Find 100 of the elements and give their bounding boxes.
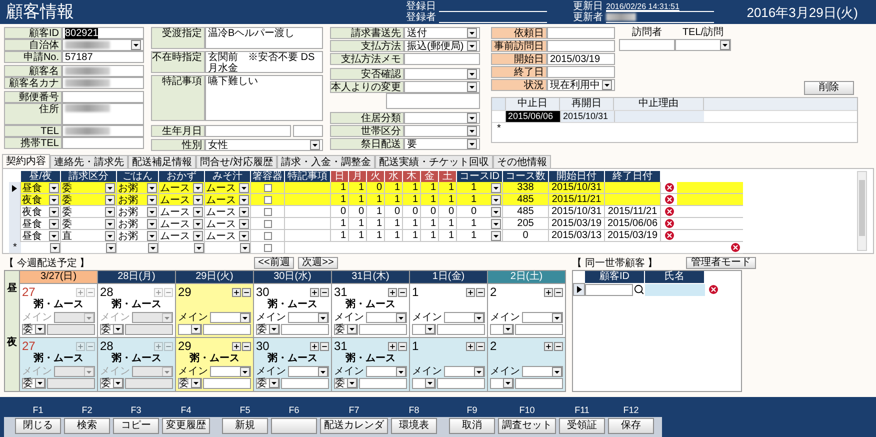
billing-dropdown[interactable]: 委 <box>334 378 358 388</box>
function-button[interactable] <box>271 418 317 434</box>
dropdown-field[interactable]: 1 <box>457 182 503 193</box>
dropdown-field[interactable] <box>404 68 480 80</box>
table-row[interactable]: 夜食 委 お粥 ムース ムース 0 0 1 0 0 0 0 0 485 2015/10/31 2015/11/21 <box>9 206 743 218</box>
delete-row-icon[interactable] <box>709 285 718 294</box>
text-field[interactable] <box>62 91 144 103</box>
dropdown-field[interactable]: 1 <box>457 218 503 229</box>
plus-icon[interactable] <box>544 342 553 350</box>
function-button[interactable]: コピー <box>113 418 159 434</box>
main-dropdown[interactable] <box>132 312 173 322</box>
scrollbar[interactable] <box>857 171 867 251</box>
billing-dropdown[interactable] <box>490 324 514 334</box>
minus-icon[interactable] <box>554 342 563 350</box>
note-field[interactable] <box>203 324 251 334</box>
table-row[interactable]: 昼食 委 お粥 ムース ムース 1 1 0 1 1 1 1 1 338 2015/10/31 <box>9 182 743 194</box>
dropdown-field[interactable] <box>62 39 144 51</box>
tab[interactable]: 問合せ/対応履歴 <box>196 155 277 168</box>
function-button[interactable]: 新規 <box>222 418 268 434</box>
column-header[interactable]: 中止理由 <box>614 98 704 110</box>
checkbox[interactable] <box>264 208 272 216</box>
text-field[interactable] <box>547 40 615 52</box>
plus-icon[interactable] <box>232 288 241 296</box>
text-area[interactable]: 温冷Bヘルパー渡し <box>205 27 323 49</box>
billing-dropdown[interactable] <box>412 378 436 388</box>
customer-id-field[interactable] <box>585 284 633 296</box>
note-field[interactable] <box>203 378 251 388</box>
function-button[interactable]: 取消 <box>449 418 495 434</box>
note-field[interactable] <box>359 324 407 334</box>
dropdown-field[interactable]: 直 <box>61 230 117 242</box>
delete-row-icon[interactable] <box>664 195 674 204</box>
checkbox[interactable] <box>264 232 272 240</box>
dropdown-field[interactable]: 昼食 <box>21 230 61 242</box>
note-field[interactable] <box>359 378 407 388</box>
delete-row-icon[interactable] <box>664 207 674 216</box>
dropdown-field[interactable] <box>404 112 480 124</box>
function-button[interactable]: 閉じる <box>15 418 61 434</box>
minus-icon[interactable] <box>554 288 563 296</box>
checkbox[interactable] <box>264 244 272 252</box>
note-field[interactable] <box>437 324 485 334</box>
age-field[interactable] <box>293 125 323 137</box>
note-field[interactable] <box>47 324 95 334</box>
billing-dropdown[interactable]: 委 <box>256 378 280 388</box>
minus-icon[interactable] <box>242 288 251 296</box>
plus-icon[interactable] <box>232 342 241 350</box>
billing-dropdown[interactable]: 委 <box>100 324 124 334</box>
dropdown-field[interactable] <box>404 81 480 93</box>
text-field[interactable]: 57187 <box>62 51 144 63</box>
dropdown-field[interactable]: 女性 <box>205 139 323 151</box>
main-dropdown[interactable] <box>132 366 173 376</box>
text-field[interactable] <box>62 137 144 149</box>
tab[interactable]: 連絡先・請求先 <box>50 155 128 168</box>
note-field[interactable] <box>125 378 173 388</box>
plus-icon[interactable] <box>388 288 397 296</box>
billing-dropdown[interactable]: 委 <box>22 378 46 388</box>
minus-icon[interactable] <box>242 342 251 350</box>
corner-cell[interactable] <box>492 98 506 110</box>
plus-icon[interactable] <box>388 342 397 350</box>
dropdown-field[interactable]: お粥 <box>117 230 159 242</box>
column-header[interactable]: 中止日 <box>506 98 560 110</box>
note-field[interactable] <box>515 378 563 388</box>
dropdown-field[interactable]: ムース <box>159 230 205 242</box>
delete-row-icon[interactable] <box>664 231 674 240</box>
column-header[interactable]: 再開日 <box>560 98 614 110</box>
search-icon[interactable] <box>633 284 645 295</box>
text-area[interactable]: 嚥下難しい <box>205 75 323 121</box>
table-row[interactable]: 夜食 委 お粥 ムース ムース 1 1 1 1 1 1 1 1 485 2015/11/21 <box>9 194 743 206</box>
table-row[interactable]: 昼食 委 お粥 ムース ムース 1 1 1 1 1 1 1 1 205 2015/03/19 2015/06/06 <box>9 218 743 230</box>
tab[interactable]: 配送実績・チケット回収 <box>374 155 493 168</box>
delete-row-icon[interactable] <box>664 183 674 192</box>
dropdown-field[interactable]: ムース <box>205 230 251 242</box>
billing-dropdown[interactable]: 委 <box>100 378 124 388</box>
function-button[interactable]: 受領証 <box>559 418 605 434</box>
name-field[interactable] <box>645 284 705 296</box>
plus-icon[interactable] <box>544 288 553 296</box>
minus-icon[interactable] <box>476 342 485 350</box>
text-field[interactable] <box>547 27 615 39</box>
function-button[interactable]: 調査セット <box>498 418 556 434</box>
dropdown-field[interactable]: 送付 <box>404 27 480 39</box>
row-selector[interactable] <box>9 182 21 194</box>
delete-row-icon[interactable] <box>664 219 674 228</box>
billing-dropdown[interactable]: 委 <box>22 324 46 334</box>
main-dropdown[interactable] <box>54 366 95 376</box>
next-week-button[interactable]: 次週>> <box>298 257 338 269</box>
note-field[interactable] <box>125 324 173 334</box>
note-field[interactable] <box>47 378 95 388</box>
checkbox[interactable] <box>264 220 272 228</box>
billing-dropdown[interactable] <box>178 324 202 334</box>
plus-icon[interactable] <box>466 342 475 350</box>
note-field[interactable] <box>515 324 563 334</box>
note-field[interactable] <box>437 378 485 388</box>
text-field[interactable] <box>62 65 144 77</box>
row-selector[interactable] <box>573 283 585 296</box>
checkbox[interactable] <box>264 196 272 204</box>
previous-week-button[interactable]: <<前週 <box>254 257 294 269</box>
function-button[interactable]: 保存 <box>608 418 654 434</box>
plus-icon[interactable] <box>466 288 475 296</box>
date-field[interactable] <box>205 125 291 137</box>
dropdown-field[interactable]: 現在利用中 <box>547 79 615 91</box>
admin-mode-button[interactable]: 管理者モード <box>686 257 756 269</box>
